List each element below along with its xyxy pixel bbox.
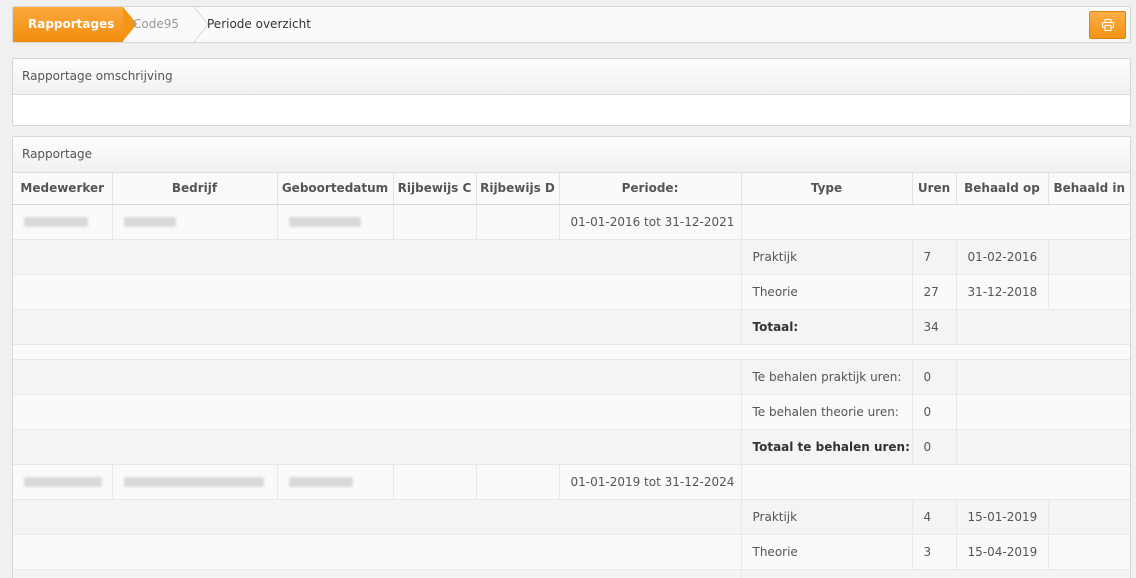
cell-geboortedatum: [276, 203, 393, 239]
col-behaald-in[interactable]: Behaald in: [1048, 173, 1130, 205]
cell-behaald-op: 15-04-2019: [955, 533, 1048, 569]
panel-rapportage: Rapportage Medewerker Bedrijf Geboorteda…: [12, 136, 1131, 578]
cell-uren: 34: [911, 308, 956, 344]
table-row-employee: 01-01-2016 tot 31-12-2021: [13, 203, 1130, 239]
col-uren[interactable]: Uren: [912, 173, 957, 205]
print-button[interactable]: [1089, 11, 1126, 39]
cell-type: Totaal te behalen uren:: [740, 428, 912, 464]
cell-uren: 4: [911, 498, 956, 534]
cell-behaald-op: 15-01-2019: [955, 498, 1048, 534]
cell-uren: 0: [911, 358, 956, 394]
cell-medewerker: [13, 203, 112, 239]
cell-rijbewijs-c: [392, 203, 476, 239]
cell-uren: 7: [911, 238, 956, 274]
cell-uren: 0: [911, 428, 956, 464]
cell-empty: [740, 203, 1130, 239]
cell-bedrijf: [111, 463, 277, 499]
cell-type: Praktijk: [740, 238, 912, 274]
cell-type: Te behalen praktijk uren:: [740, 358, 912, 394]
redacted-text: [123, 477, 264, 487]
table-row: Theorie 3 15-04-2019: [13, 533, 1130, 569]
cell-behaald-in: [1047, 533, 1130, 569]
col-rijbewijs-d[interactable]: Rijbewijs D: [476, 173, 560, 205]
breadcrumb: Rapportages Code95 Periode overzicht: [12, 6, 1131, 43]
col-bedrijf[interactable]: Bedrijf: [112, 173, 278, 205]
cell-uren: 3: [911, 533, 956, 569]
table-header: Medewerker Bedrijf Geboortedatum Rijbewi…: [13, 173, 1130, 205]
redacted-text: [24, 477, 102, 487]
table-row: Praktijk 7 01-02-2016: [13, 238, 1130, 274]
cell-periode: 01-01-2019 tot 31-12-2024: [558, 463, 741, 499]
table-row: Praktijk 4 15-01-2019: [13, 498, 1130, 534]
cell-rijbewijs-d: [475, 203, 559, 239]
panel-title: Rapportage: [13, 137, 1130, 173]
cell-type: Theorie: [740, 533, 912, 569]
cell-geboortedatum: [276, 463, 393, 499]
cell-empty: [740, 463, 1130, 499]
cell-periode: 01-01-2016 tot 31-12-2021: [558, 203, 741, 239]
col-geboortedatum[interactable]: Geboortedatum: [277, 173, 394, 205]
table-row-spacer: [13, 343, 1130, 359]
cell-type: Totaal:: [740, 308, 912, 344]
col-behaald-op[interactable]: Behaald op: [956, 173, 1049, 205]
col-periode[interactable]: Periode:: [559, 173, 742, 205]
redacted-text: [288, 217, 361, 227]
cell-behaald-op: 01-02-2016: [955, 238, 1048, 274]
table-row-employee: 01-01-2019 tot 31-12-2024: [13, 463, 1130, 499]
breadcrumb-periode-overzicht: Periode overzicht: [207, 17, 311, 31]
printer-icon: [1102, 19, 1114, 31]
cell-behaald-in: [1047, 273, 1130, 309]
cell-uren: 27: [911, 273, 956, 309]
cell-type: Te behalen theorie uren:: [740, 393, 912, 429]
cell-behaald-op: 31-12-2018: [955, 273, 1048, 309]
cell-bedrijf: [111, 203, 277, 239]
breadcrumb-rapportages[interactable]: Rapportages: [13, 7, 123, 42]
cell-uren: 0: [911, 393, 956, 429]
table-row: [13, 568, 1130, 578]
col-rijbewijs-c[interactable]: Rijbewijs C: [393, 173, 477, 205]
cell-empty: [955, 308, 1130, 344]
table-row-total: Totaal: 34: [13, 308, 1130, 344]
col-type[interactable]: Type: [741, 173, 913, 205]
cell-type: Theorie: [740, 273, 912, 309]
panel-title: Rapportage omschrijving: [13, 59, 1130, 95]
table-row-remaining: Te behalen theorie uren: 0: [13, 393, 1130, 429]
table-row: Theorie 27 31-12-2018: [13, 273, 1130, 309]
redacted-text: [123, 217, 176, 227]
report-table: Medewerker Bedrijf Geboortedatum Rijbewi…: [13, 173, 1130, 578]
breadcrumb-code95[interactable]: Code95: [133, 7, 179, 42]
table-row-remaining-total: Totaal te behalen uren: 0: [13, 428, 1130, 464]
table-row-remaining: Te behalen praktijk uren: 0: [13, 358, 1130, 394]
cell-rijbewijs-d: [475, 463, 559, 499]
cell-rijbewijs-c: [392, 463, 476, 499]
panel-rapportage-omschrijving: Rapportage omschrijving: [12, 58, 1131, 126]
cell-medewerker: [13, 463, 112, 499]
cell-behaald-in: [1047, 238, 1130, 274]
cell-behaald-in: [1047, 498, 1130, 534]
redacted-text: [288, 477, 353, 487]
redacted-text: [24, 217, 88, 227]
col-medewerker[interactable]: Medewerker: [13, 173, 113, 205]
cell-type: Praktijk: [740, 498, 912, 534]
